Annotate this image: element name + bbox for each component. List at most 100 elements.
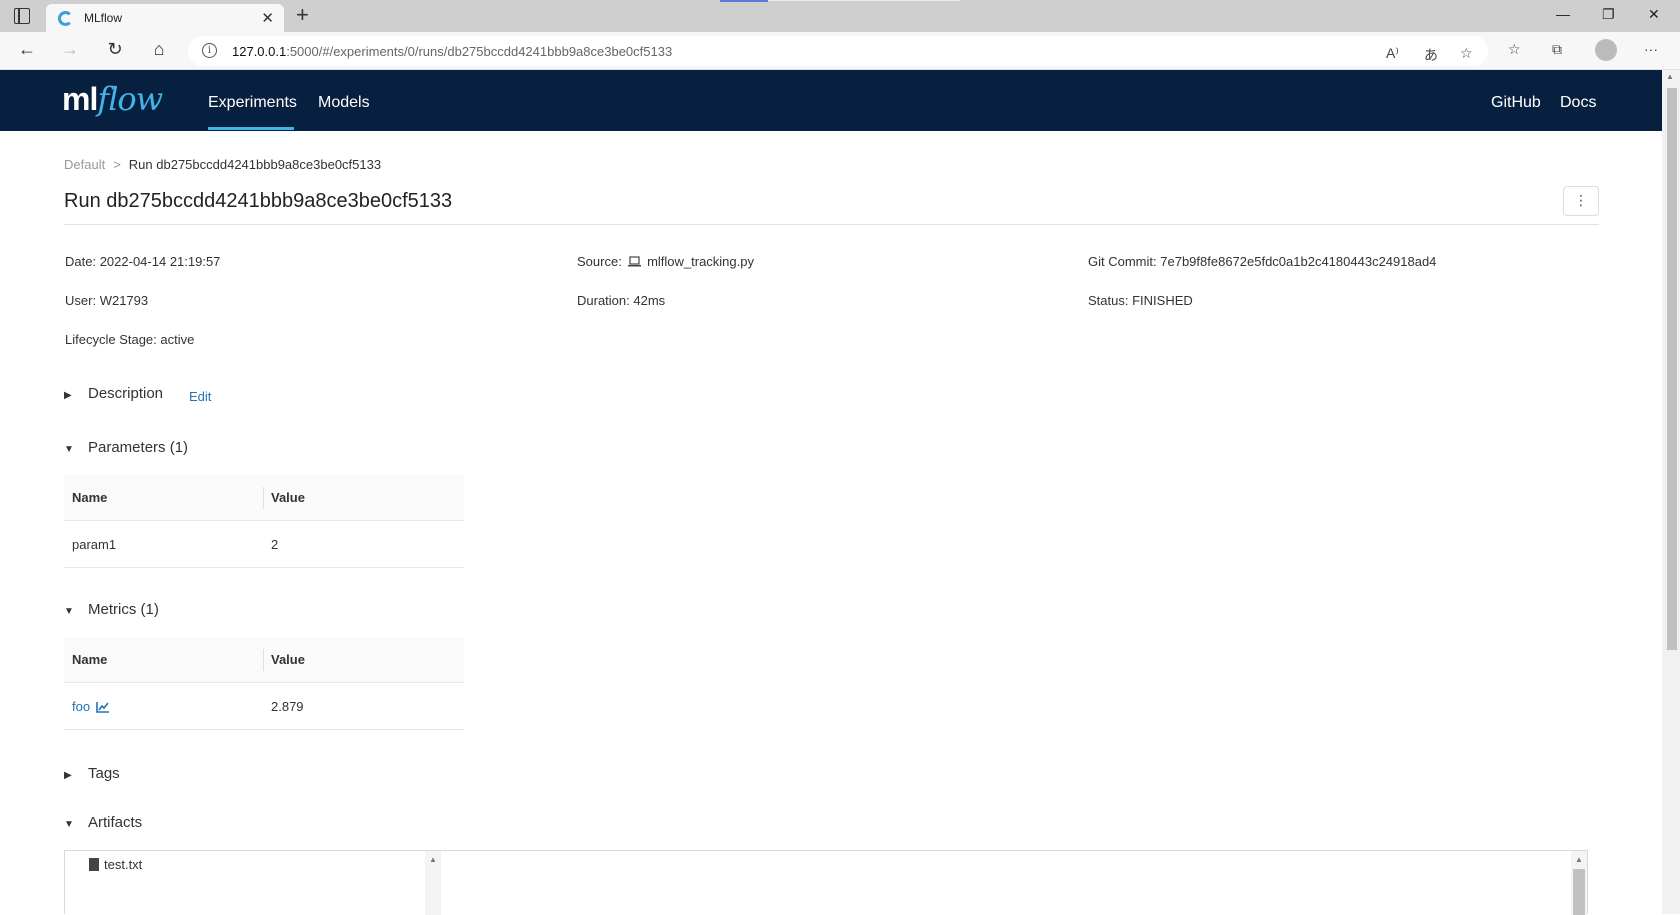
- column-header-name[interactable]: Name: [72, 490, 107, 505]
- caret-down-icon: ▼: [64, 606, 74, 617]
- section-parameters-title: Parameters (1): [88, 439, 189, 456]
- meta-git-commit: Git Commit: 7e7b9f8fe8672e5fdc0a1b2c4180…: [1088, 254, 1436, 269]
- url-input[interactable]: i 127.0.0.1:5000/#/experiments/0/runs/db…: [188, 36, 1488, 66]
- caret-down-icon: ▼: [64, 444, 74, 455]
- more-options-button[interactable]: ⋮: [1563, 186, 1599, 216]
- add-favorite-icon[interactable]: ☆: [1460, 45, 1473, 62]
- more-menu-icon[interactable]: ···: [1644, 41, 1658, 57]
- section-metrics[interactable]: ▼ Metrics (1): [64, 601, 159, 618]
- section-artifacts[interactable]: ▼ Artifacts: [64, 814, 142, 831]
- tab-actions-icon[interactable]: [14, 8, 30, 24]
- back-button[interactable]: ←: [15, 39, 39, 60]
- edit-description-link[interactable]: Edit: [189, 389, 211, 404]
- artifact-preview-scrollbar[interactable]: ▲: [1571, 851, 1587, 915]
- metric-name-link[interactable]: foo: [72, 699, 90, 714]
- meta-status: Status: FINISHED: [1088, 293, 1193, 308]
- tab-strip-indicator-track: [768, 0, 960, 1]
- table-row: foo 2.879: [64, 683, 464, 730]
- section-description-title: Description: [88, 385, 164, 402]
- home-button[interactable]: ⌂: [147, 39, 171, 60]
- nav-docs[interactable]: Docs: [1560, 94, 1596, 112]
- scroll-up-arrow-icon[interactable]: ▲: [1575, 855, 1583, 864]
- table-row: param1 2: [64, 521, 464, 568]
- column-divider: [263, 487, 264, 509]
- param-value: 2: [271, 537, 279, 552]
- meta-user-label: User:: [65, 293, 97, 308]
- mlflow-favicon-icon: [58, 11, 73, 26]
- browser-tab[interactable]: MLflow ✕: [46, 4, 284, 32]
- meta-date: Date: 2022-04-14 21:19:57: [65, 254, 220, 269]
- artifact-file-name: test.txt: [104, 857, 143, 872]
- meta-user-value: W21793: [99, 293, 149, 308]
- breadcrumb: Default > Run db275bccdd4241bbb9a8ce3be0cf…: [64, 157, 381, 172]
- section-parameters[interactable]: ▼ Parameters (1): [64, 439, 188, 456]
- caret-down-icon: ▼: [64, 819, 74, 830]
- refresh-button[interactable]: ↻: [103, 39, 127, 60]
- collections-icon[interactable]: ⧉: [1552, 41, 1562, 58]
- page-scrollbar[interactable]: ▲: [1662, 70, 1680, 914]
- meta-source-value[interactable]: mlflow_tracking.py: [647, 254, 754, 269]
- breadcrumb-separator-icon: >: [113, 157, 121, 172]
- profile-avatar[interactable]: [1595, 39, 1617, 61]
- translate-icon[interactable]: あ: [1424, 45, 1438, 65]
- nav-models[interactable]: Models: [318, 94, 370, 112]
- metrics-table: Name Value foo 2.879: [64, 637, 464, 730]
- meta-duration: Duration: 42ms: [577, 293, 665, 308]
- caret-right-icon: ▶: [64, 390, 72, 401]
- line-chart-icon[interactable]: [96, 701, 110, 713]
- section-tags[interactable]: ▶ Tags: [64, 765, 120, 782]
- nav-github[interactable]: GitHub: [1491, 94, 1541, 112]
- meta-user: User: W21793: [65, 293, 148, 308]
- restore-button[interactable]: ❐: [1602, 6, 1615, 23]
- title-divider: [64, 224, 1599, 225]
- metric-value: 2.879: [271, 699, 304, 714]
- nav-experiments[interactable]: Experiments: [208, 94, 297, 112]
- section-description[interactable]: ▶ Description: [64, 385, 163, 402]
- meta-duration-label: Duration:: [577, 293, 630, 308]
- param-name: param1: [72, 537, 117, 552]
- new-tab-button[interactable]: +: [296, 4, 309, 26]
- tab-title: MLflow: [84, 11, 123, 25]
- section-tags-title: Tags: [88, 765, 120, 782]
- meta-source-label: Source:: [577, 254, 622, 269]
- file-icon: [89, 858, 99, 871]
- page-scrollbar-thumb[interactable]: [1667, 88, 1677, 650]
- browser-address-bar: ← → ↻ ⌂ i 127.0.0.1:5000/#/experiments/0…: [0, 32, 1680, 70]
- favorites-icon[interactable]: ☆: [1508, 41, 1521, 58]
- url-text: 127.0.0.1:5000/#/experiments/0/runs/db27…: [232, 44, 673, 59]
- artifact-preview-scrollbar-thumb[interactable]: [1573, 869, 1585, 915]
- minimize-button[interactable]: —: [1556, 6, 1570, 22]
- laptop-icon: [628, 256, 642, 267]
- column-header-value[interactable]: Value: [271, 490, 305, 505]
- close-tab-icon[interactable]: ✕: [261, 9, 274, 27]
- read-aloud-icon[interactable]: A⁾: [1386, 45, 1399, 62]
- column-header-name[interactable]: Name: [72, 652, 107, 667]
- site-info-icon[interactable]: i: [202, 43, 217, 58]
- section-metrics-title: Metrics (1): [88, 601, 159, 618]
- close-window-button[interactable]: ✕: [1648, 6, 1660, 23]
- meta-lifecycle-label: Lifecycle Stage:: [65, 332, 157, 347]
- artifact-tree: test.txt ▲: [65, 851, 441, 915]
- mlflow-logo[interactable]: mlflow: [62, 80, 163, 118]
- meta-git-label: Git Commit:: [1088, 254, 1157, 269]
- logo-ml: ml: [62, 81, 98, 117]
- meta-git-value: 7e7b9f8fe8672e5fdc0a1b2c4180443c24918ad4: [1160, 254, 1437, 269]
- meta-source: Source: mlflow_tracking.py: [577, 254, 754, 269]
- meta-lifecycle-value: active: [160, 332, 195, 347]
- artifact-tree-scrollbar[interactable]: ▲: [425, 851, 441, 915]
- meta-date-label: Date:: [65, 254, 97, 269]
- artifact-file-item[interactable]: test.txt: [89, 857, 142, 872]
- scroll-up-arrow-icon[interactable]: ▲: [1666, 72, 1674, 81]
- scroll-up-arrow-icon[interactable]: ▲: [429, 855, 437, 864]
- meta-lifecycle: Lifecycle Stage: active: [65, 332, 194, 347]
- breadcrumb-default[interactable]: Default: [64, 157, 105, 172]
- meta-status-label: Status:: [1088, 293, 1129, 308]
- column-header-value[interactable]: Value: [271, 652, 305, 667]
- meta-date-value: 2022-04-14 21:19:57: [99, 254, 221, 269]
- metric-name-cell: foo: [72, 699, 110, 714]
- forward-button[interactable]: →: [58, 39, 82, 60]
- browser-tab-bar: MLflow ✕ + — ❐ ✕: [0, 0, 1680, 32]
- table-header: Name Value: [64, 637, 464, 683]
- caret-right-icon: ▶: [64, 770, 72, 781]
- column-divider: [263, 649, 264, 671]
